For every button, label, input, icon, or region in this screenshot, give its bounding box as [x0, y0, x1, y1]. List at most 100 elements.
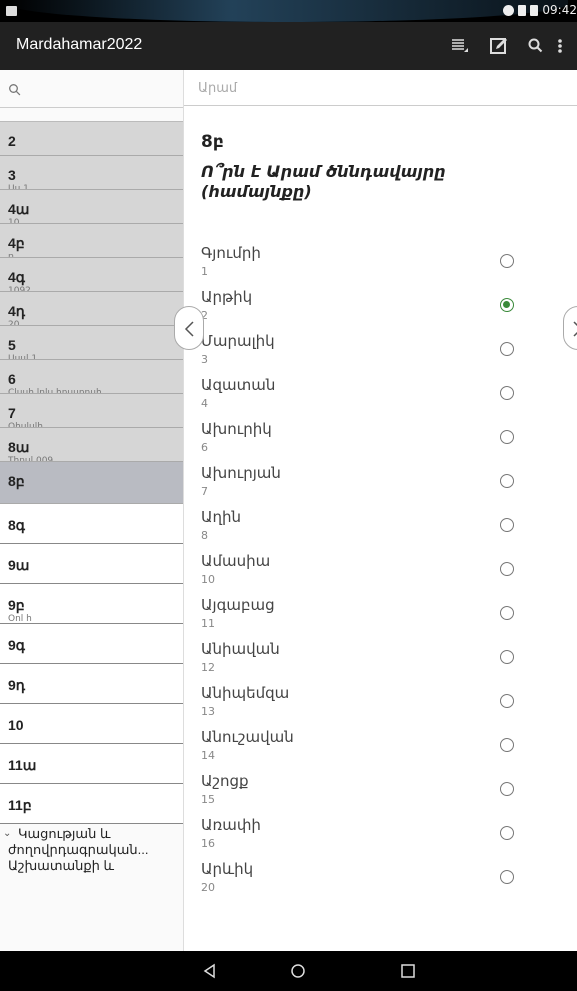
option-code: 6 [201, 441, 208, 454]
option-code: 14 [201, 749, 215, 762]
sidebar-item[interactable]: 8բ [0, 462, 183, 504]
option-label: Աշոցք [201, 772, 249, 790]
sidebar-item-label: 6 [8, 371, 16, 387]
option-radio[interactable] [500, 386, 514, 400]
sidebar-item[interactable]: 3 Uu 1 [0, 156, 183, 190]
sidebar-item-label: 4ա [8, 201, 30, 217]
sidebar-item[interactable]: 4գ 1092 [0, 258, 183, 292]
sidebar-item[interactable]: 4դ 20 [0, 292, 183, 326]
filter-text: Արամ [198, 81, 238, 96]
option-radio[interactable] [500, 870, 514, 884]
sidebar-item[interactable]: 8գ [0, 504, 183, 544]
recent-apps-icon[interactable] [398, 961, 418, 981]
sidebar-item[interactable]: 9գ [0, 624, 183, 664]
option-radio[interactable] [500, 430, 514, 444]
option-row[interactable]: Աղին 8 [184, 508, 577, 552]
sidebar-item[interactable]: 9բ Onl h [0, 584, 183, 624]
sidebar-item-label: 9դ [8, 677, 26, 693]
option-row[interactable]: Ախուրյան 7 [184, 464, 577, 508]
sidebar-item-label: 4դ [8, 303, 26, 319]
sidebar-search[interactable] [0, 70, 183, 108]
option-radio[interactable] [500, 606, 514, 620]
sidebar-item[interactable]: 7 Ohululh [0, 394, 183, 428]
option-row[interactable]: Այգաբաց 11 [184, 596, 577, 640]
filter-bar[interactable]: Արամ [184, 70, 577, 106]
option-row[interactable]: Արթիկ 2 [184, 288, 577, 332]
option-code: 3 [201, 353, 208, 366]
option-label: Գյումրի [201, 244, 261, 262]
sidebar-item-label: 8ա [8, 439, 30, 455]
sidebar-item[interactable]: 11բ [0, 784, 183, 824]
search-icon[interactable] [524, 34, 548, 58]
search-icon [8, 82, 22, 96]
option-row[interactable]: Մարալիկ 3 [184, 332, 577, 376]
sidebar-item[interactable]: 5 Uuul 1 [0, 326, 183, 360]
system-nav-bar [0, 951, 577, 991]
option-row[interactable]: Աշոցք 15 [184, 772, 577, 816]
sidebar-item-label: 9գ [8, 637, 25, 653]
signal-icon [518, 4, 527, 16]
option-radio[interactable] [500, 738, 514, 752]
sidebar-item[interactable]: 10 [0, 704, 183, 744]
sidebar-item-label: 4բ [8, 235, 25, 251]
option-row[interactable]: Առափի 16 [184, 816, 577, 860]
prev-question-button[interactable] [174, 306, 204, 350]
option-radio[interactable] [500, 650, 514, 664]
chevron-down-icon: ⌄ [3, 828, 12, 839]
sidebar-group-label-1: Կացության և [18, 826, 111, 841]
sidebar-item[interactable]: 4բ ռ [0, 224, 183, 258]
option-label: Մարալիկ [201, 332, 275, 350]
sort-icon[interactable] [447, 34, 471, 58]
option-radio[interactable] [500, 826, 514, 840]
option-row[interactable]: Անուշավան 14 [184, 728, 577, 772]
option-row[interactable]: Գյումրի 1 [184, 244, 577, 288]
option-row[interactable]: Անիպեմզա 13 [184, 684, 577, 728]
option-label: Աղին [201, 508, 242, 526]
option-code: 20 [201, 881, 215, 894]
option-label: Անուշավան [201, 728, 294, 746]
option-row[interactable]: Ազատան 4 [184, 376, 577, 420]
sidebar-item[interactable]: 4ա 10 [0, 190, 183, 224]
sidebar-group-label-2: ժողովրդագրական... [8, 842, 149, 857]
option-code: 16 [201, 837, 215, 850]
sidebar-item[interactable]: 9դ [0, 664, 183, 704]
dnd-icon [503, 4, 515, 16]
home-icon[interactable] [288, 961, 308, 981]
option-label: Ախուրյան [201, 464, 281, 482]
sidebar-group[interactable]: ⌄ Կացության և ժողովրդագրական... Աշխատանք… [0, 824, 183, 874]
option-row[interactable]: Արևիկ 20 [184, 860, 577, 904]
sidebar-item-label: 7 [8, 405, 16, 421]
option-code: 15 [201, 793, 215, 806]
option-radio[interactable] [500, 342, 514, 356]
option-row[interactable]: Անիավան 12 [184, 640, 577, 684]
sidebar-item-label: 2 [8, 133, 16, 149]
option-code: 10 [201, 573, 215, 586]
sidebar-item[interactable]: 2 [0, 122, 183, 156]
sidebar-item[interactable]: 6 Cluuh lnlu hnuunnuh [0, 360, 183, 394]
option-radio[interactable] [500, 782, 514, 796]
back-icon[interactable] [200, 961, 220, 981]
option-row[interactable]: Ամասիա 10 [184, 552, 577, 596]
option-radio[interactable] [500, 254, 514, 268]
sidebar-item[interactable]: 8ա Thnul 009 [0, 428, 183, 462]
edit-icon[interactable] [487, 34, 511, 58]
main-panel: Արամ 8բ Ո՞րն է Արամ ծննդավայրը (համայնքը… [184, 70, 577, 951]
option-radio[interactable] [500, 518, 514, 532]
sidebar-item-label: 11ա [8, 757, 37, 773]
next-question-button[interactable] [563, 306, 577, 350]
app-bar: Mardahamar2022 [0, 22, 577, 70]
sidebar-group-label-3: Աշխատանքի և [8, 858, 115, 873]
option-code: 11 [201, 617, 215, 630]
sidebar-item[interactable]: 11ա [0, 744, 183, 784]
option-radio[interactable] [500, 694, 514, 708]
option-label: Անիպեմզա [201, 684, 290, 702]
more-vert-icon[interactable] [556, 34, 577, 58]
option-radio[interactable] [500, 298, 514, 312]
option-radio[interactable] [500, 474, 514, 488]
option-code: 7 [201, 485, 208, 498]
option-radio[interactable] [500, 562, 514, 576]
sidebar-item[interactable]: 9ա [0, 544, 183, 584]
sidebar-item-label: 11բ [8, 797, 32, 813]
option-row[interactable]: Ախուրիկ 6 [184, 420, 577, 464]
option-label: Անիավան [201, 640, 280, 658]
